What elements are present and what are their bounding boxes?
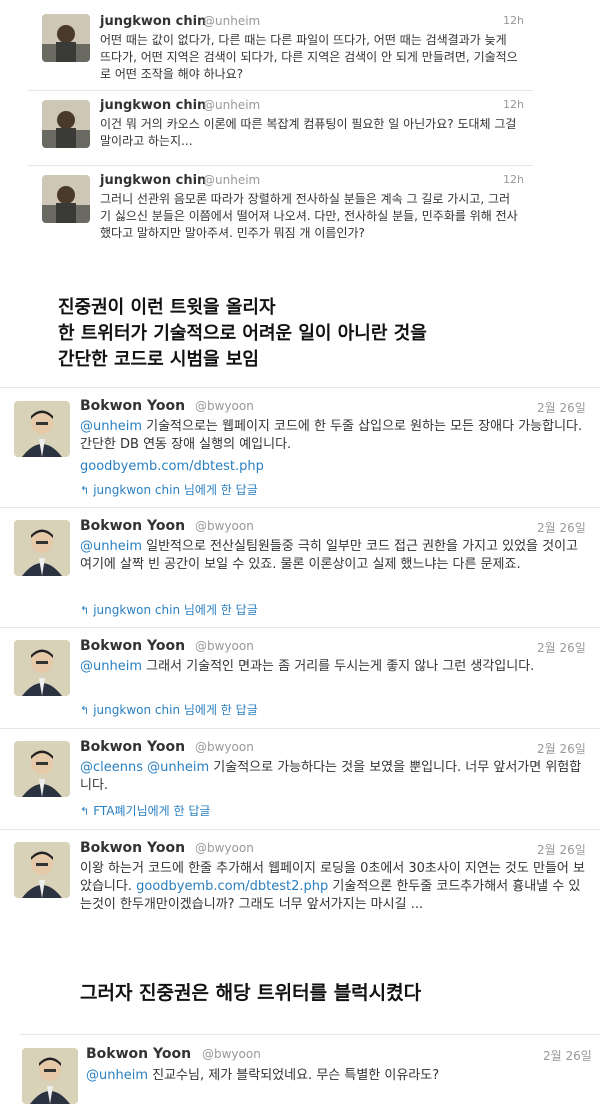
caption-line-1: 진중권이 이런 트윗을 올리자: [58, 297, 276, 318]
author-handle[interactable]: @bwyoon: [195, 841, 254, 855]
tweet-text: 이왕 하는거 코드에 한줄 추가해서 웹페이지 로딩을 0초에서 30초사이 지…: [80, 860, 588, 914]
reply-arrow-icon: ↰: [80, 604, 90, 617]
reply-label: FTA폐기님에게 한 답글: [93, 804, 211, 818]
avatar[interactable]: [14, 520, 70, 576]
mid-tweet-5[interactable]: Bokwon Yoon @bwyoon 2월 26일 이왕 하는거 코드에 한줄…: [0, 830, 600, 950]
tweet-body: 진교수님, 제가 블락되었네요. 무슨 특별한 이유라도?: [148, 1068, 440, 1083]
author-handle[interactable]: @unheim: [203, 98, 260, 112]
avatar[interactable]: [14, 640, 70, 696]
mention-link[interactable]: @unheim: [80, 659, 142, 674]
top-tweet-3[interactable]: jungkwon chin @unheim 12h 그러니 선관위 음모론 따라…: [28, 165, 533, 272]
tweet-text: @unheim 진교수님, 제가 블락되었네요. 무슨 특별한 이유라도?: [86, 1067, 586, 1085]
tweet-text: 이건 뭐 거의 카오스 이론에 따른 복잡계 컴퓨팅이 필요한 일 아닌가요? …: [100, 117, 517, 148]
author-handle[interactable]: @bwyoon: [195, 519, 254, 533]
mid-tweet-1[interactable]: Bokwon Yoon @bwyoon 2월 26일 @unheim 기술적으로…: [0, 388, 600, 506]
mid-tweet-2[interactable]: Bokwon Yoon @bwyoon 2월 26일 @unheim 일반적으로…: [0, 508, 600, 626]
tweet-text: @cleenns @unheim 기술적으로 가능하다는 것을 보였을 뿐입니다…: [80, 759, 588, 795]
timestamp[interactable]: 2월 26일: [537, 639, 586, 656]
avatar[interactable]: [42, 175, 90, 223]
timestamp[interactable]: 2월 26일: [537, 519, 586, 536]
reply-indicator[interactable]: ↰ FTA폐기님에게 한 답글: [80, 802, 210, 819]
reply-label: jungkwon chin 님에게 한 답글: [93, 703, 258, 717]
top-tweet-1[interactable]: jungkwon chin @unheim 12h 어떤 때는 값이 없다가, …: [28, 0, 533, 90]
mention-link[interactable]: @unheim: [80, 539, 142, 554]
tweet-text: @unheim 일반적으로 전산실팀원들중 극히 일부만 코드 접근 권한을 가…: [80, 538, 588, 574]
tweet-text: @unheim 그래서 기술적인 면과는 좀 거리를 두시는게 좋지 않나 그런…: [80, 658, 588, 676]
reply-arrow-icon: ↰: [80, 805, 90, 818]
reply-indicator[interactable]: ↰ jungkwon chin 님에게 한 답글: [80, 601, 258, 618]
author-name[interactable]: jungkwon chin: [100, 173, 206, 188]
timestamp[interactable]: 12h: [503, 173, 524, 186]
reply-arrow-icon: ↰: [80, 704, 90, 717]
tweet-text: 어떤 때는 값이 없다가, 다른 때는 다른 파일이 뜨다가, 어떤 때는 검색…: [100, 33, 518, 81]
author-name[interactable]: jungkwon chin: [100, 14, 206, 29]
author-handle[interactable]: @bwyoon: [195, 740, 254, 754]
tweet-body: 그래서 기술적인 면과는 좀 거리를 두시는게 좋지 않나 그런 생각입니다.: [142, 659, 535, 674]
mention-link[interactable]: @unheim: [80, 419, 142, 434]
avatar[interactable]: [14, 741, 70, 797]
url-link[interactable]: goodbyemb.com/dbtest.php: [80, 459, 264, 474]
reply-indicator[interactable]: ↰ jungkwon chin 님에게 한 답글: [80, 481, 258, 498]
reply-label: jungkwon chin 님에게 한 답글: [93, 603, 258, 617]
avatar[interactable]: [14, 401, 70, 457]
reply-label: jungkwon chin 님에게 한 답글: [93, 483, 258, 497]
mid-tweet-4[interactable]: Bokwon Yoon @bwyoon 2월 26일 @cleenns @unh…: [0, 729, 600, 828]
author-name[interactable]: jungkwon chin: [100, 98, 206, 113]
tweet-body: 기술적으로는 웹페이지 코드에 한 두줄 삽입으로 원하는 모든 장애다 가능합…: [80, 419, 583, 452]
tweet-text: @unheim 기술적으로는 웹페이지 코드에 한 두줄 삽입으로 원하는 모든…: [80, 418, 588, 454]
tweet-text: 그러니 선관위 음모론 따라가 장렬하게 전사하실 분들은 계속 그 길로 가시…: [100, 192, 518, 240]
timestamp[interactable]: 2월 26일: [537, 841, 586, 858]
top-tweet-2[interactable]: jungkwon chin @unheim 12h 이건 뭐 거의 카오스 이론…: [28, 90, 533, 165]
reply-indicator[interactable]: ↰ jungkwon chin 님에게 한 답글: [80, 701, 258, 718]
avatar[interactable]: [42, 100, 90, 148]
timestamp[interactable]: 2월 26일: [543, 1047, 592, 1064]
timestamp[interactable]: 12h: [503, 14, 524, 27]
mention-link[interactable]: @unheim: [86, 1068, 148, 1083]
caption-line-3: 간단한 코드로 시범을 보임: [58, 349, 259, 370]
author-handle[interactable]: @unheim: [203, 173, 260, 187]
avatar[interactable]: [22, 1048, 78, 1104]
mid-tweet-3[interactable]: Bokwon Yoon @bwyoon 2월 26일 @unheim 그래서 기…: [0, 628, 600, 727]
timestamp[interactable]: 2월 26일: [537, 740, 586, 757]
avatar[interactable]: [42, 14, 90, 62]
url-link[interactable]: goodbyemb.com/dbtest2.php: [136, 879, 328, 894]
tweet-body: 일반적으로 전산실팀원들중 극히 일부만 코드 접근 권한을 가지고 있었을 것…: [80, 539, 579, 572]
mention-link[interactable]: @cleenns @unheim: [80, 760, 209, 775]
caption-line-2: 한 트위터가 기술적으로 어려운 일이 아니란 것을: [58, 323, 427, 344]
author-handle[interactable]: @bwyoon: [195, 399, 254, 413]
timestamp[interactable]: 12h: [503, 98, 524, 111]
avatar[interactable]: [14, 842, 70, 898]
timestamp[interactable]: 2월 26일: [537, 399, 586, 416]
author-handle[interactable]: @unheim: [203, 14, 260, 28]
author-name[interactable]: Bokwon Yoon: [80, 638, 185, 654]
author-name[interactable]: Bokwon Yoon: [80, 518, 185, 534]
caption-block-notice: 그러자 진중권은 해당 트위터를 블럭시켰다: [80, 982, 422, 1004]
author-handle[interactable]: @bwyoon: [195, 639, 254, 653]
last-tweet[interactable]: Bokwon Yoon @bwyoon 2월 26일 @unheim 진교수님,…: [20, 1035, 600, 1119]
author-name[interactable]: Bokwon Yoon: [80, 739, 185, 755]
author-handle[interactable]: @bwyoon: [202, 1047, 261, 1061]
reply-arrow-icon: ↰: [80, 484, 90, 497]
author-name[interactable]: Bokwon Yoon: [86, 1046, 191, 1062]
tweet-link-row: goodbyemb.com/dbtest.php: [80, 458, 264, 476]
author-name[interactable]: Bokwon Yoon: [80, 398, 185, 414]
author-name[interactable]: Bokwon Yoon: [80, 840, 185, 856]
